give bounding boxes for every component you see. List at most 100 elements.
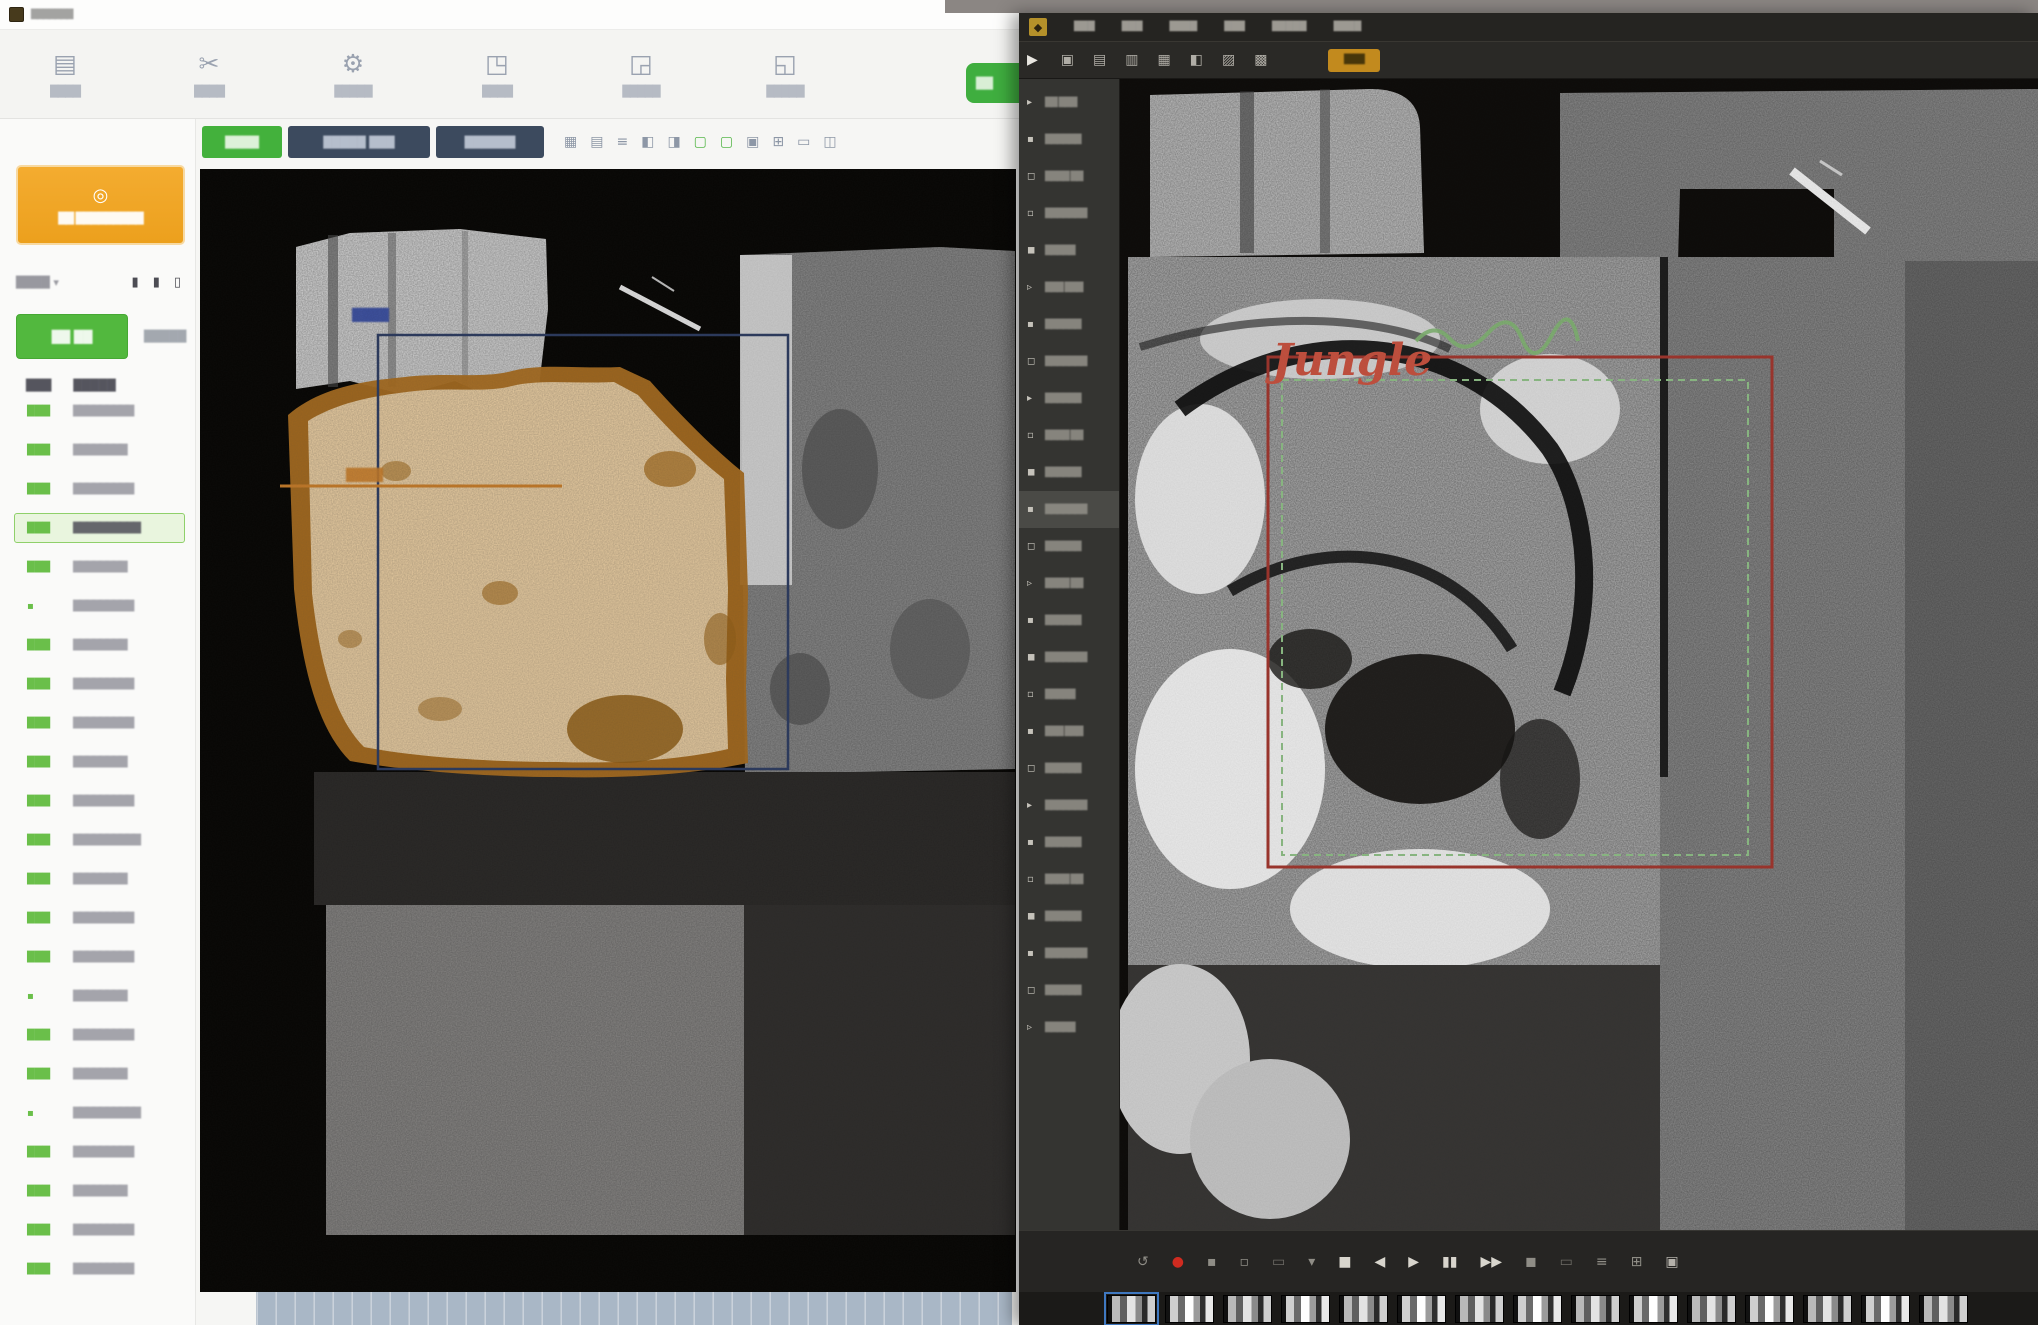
layer-list-item[interactable]: ▪ ██████ (1019, 121, 1119, 158)
layer-list-item[interactable]: ◻ ████ ██ (1019, 158, 1119, 195)
transport-control-icon[interactable]: ▫ (1239, 1255, 1249, 1269)
menu-item[interactable]: ███ (1074, 22, 1095, 32)
transport-control-icon[interactable]: ▪ (1207, 1255, 1217, 1269)
layer-list-item[interactable]: ▸ ██████ (1019, 380, 1119, 417)
annotation-list-item[interactable]: ▪ ████████ (14, 981, 185, 1011)
primary-action-button[interactable]: ◎ ██ █████████ (16, 165, 185, 245)
view-option-icon[interactable]: ◨ (667, 134, 680, 150)
layer-list-item[interactable]: ◼ █████ (1019, 232, 1119, 269)
layer-list-item[interactable]: ▪ ███ ███ (1019, 713, 1119, 750)
annotation-list-item[interactable]: ███ █████████ (14, 1137, 185, 1167)
layer-list-item[interactable]: ▹ █████ (1019, 1009, 1119, 1046)
dark-toolbar-icon[interactable]: ▤ (1093, 52, 1106, 68)
annotation-list-item[interactable]: ███ █████████ (14, 903, 185, 933)
transport-control-icon[interactable]: ▮▮ (1442, 1255, 1457, 1269)
mode-button-2[interactable]: ██████ (436, 126, 544, 158)
layer-list-item[interactable]: ▫ ███████ (1019, 195, 1119, 232)
annotation-list-item[interactable]: ███ █████████ (14, 708, 185, 738)
annotation-list-item[interactable]: ███ ██████████ (14, 513, 185, 543)
right-image-canvas[interactable]: Jungle (1120, 79, 2038, 1230)
menu-item[interactable]: ███ (1224, 22, 1245, 32)
toolbar-tool-button[interactable]: ⚙ █████ (310, 51, 396, 98)
menu-item[interactable]: █████ (1272, 22, 1307, 32)
frame-thumbnail[interactable] (1687, 1295, 1736, 1323)
layer-list-item[interactable]: ▫ █████ (1019, 676, 1119, 713)
frame-thumbnail[interactable] (1339, 1295, 1388, 1323)
layer-list-item[interactable]: ◻ ██████ (1019, 972, 1119, 1009)
right-window-titlebar[interactable] (945, 0, 2038, 13)
sidebar-action-icon[interactable]: ▯ (174, 275, 181, 290)
view-option-icon[interactable]: ▤ (590, 134, 603, 150)
view-option-icon[interactable]: ▭ (797, 134, 810, 150)
layer-list-item[interactable]: ▸ ███████ (1019, 787, 1119, 824)
mode-button-1[interactable]: █████ ███ (288, 126, 430, 158)
layer-list-item[interactable]: ◻ ██████ (1019, 750, 1119, 787)
layer-list-item[interactable]: ▪ ██████ (1019, 824, 1119, 861)
dark-toolbar-icon[interactable]: ▦ (1157, 52, 1170, 68)
layer-list-item[interactable]: ◼ ██████ (1019, 898, 1119, 935)
sidebar-action-icon[interactable]: ▮ (132, 275, 139, 290)
frame-thumbnail[interactable] (1803, 1295, 1852, 1323)
view-option-icon[interactable]: ⊞ (772, 134, 784, 150)
menu-item[interactable]: ███ (1122, 22, 1143, 32)
frame-thumbnail[interactable] (1861, 1295, 1910, 1323)
annotation-list-item[interactable]: ███ ████████ (14, 1176, 185, 1206)
menu-item[interactable]: ████ (1334, 22, 1362, 32)
layer-list-item[interactable]: ▪ ███████ (1019, 491, 1119, 528)
transport-control-icon[interactable]: ▶▶ (1480, 1255, 1502, 1269)
sidebar-action-icon[interactable]: ▮ (153, 275, 160, 290)
frame-thumbnail[interactable] (1281, 1295, 1330, 1323)
new-item-button[interactable]: ██ ██ (16, 314, 128, 359)
toolbar-tool-button[interactable]: ◱ █████ (742, 51, 828, 98)
frame-thumbnail[interactable] (1513, 1295, 1562, 1323)
layer-list-item[interactable]: ▸ ██ ███ (1019, 84, 1119, 121)
annotation-list-item[interactable]: ███ ████████ (14, 1059, 185, 1089)
annotation-list-item[interactable]: ███ █████████ (14, 669, 185, 699)
annotation-list-item[interactable]: ███ ████████ (14, 552, 185, 582)
annotation-list-item[interactable]: ███ █████████ (14, 786, 185, 816)
annotation-list-item[interactable]: ███ █████████ (14, 474, 185, 504)
frame-thumbnail[interactable] (1397, 1295, 1446, 1323)
annotation-list-item[interactable]: ███ ████████ (14, 747, 185, 777)
annotation-list-item[interactable]: ███ ████████ (14, 864, 185, 894)
dark-toolbar-icon[interactable]: ▨ (1222, 52, 1235, 68)
transport-control-icon[interactable]: ▭ (1272, 1255, 1285, 1269)
annotation-list-item[interactable]: ███ ██████████ (14, 825, 185, 855)
frame-thumbnail[interactable] (1571, 1295, 1620, 1323)
transport-control-icon[interactable]: ◀ (1374, 1255, 1385, 1269)
dark-toolbar-icon[interactable]: ▥ (1125, 52, 1138, 68)
annotation-list-item[interactable]: ███ ████████ (14, 435, 185, 465)
dark-toolbar-icon[interactable]: ▩ (1254, 52, 1267, 68)
layer-list-item[interactable]: ▹ ███ ███ (1019, 269, 1119, 306)
transport-control-icon[interactable]: ↺ (1137, 1255, 1149, 1269)
annotation-list-item[interactable]: ▪ █████████ (14, 591, 185, 621)
frame-thumbnail[interactable] (1455, 1295, 1504, 1323)
view-option-icon[interactable]: ≡ (616, 134, 628, 150)
annotation-list-item[interactable]: ███ █████████ (14, 1254, 185, 1284)
annotation-list-item[interactable]: ███ █████████ (14, 1020, 185, 1050)
frame-thumbnail[interactable] (1919, 1295, 1968, 1323)
toolbar-tool-button[interactable]: ◳ ████ (454, 51, 540, 98)
filter-dropdown[interactable]: ████ ▾ (16, 276, 59, 289)
dark-toolbar-icon[interactable]: ◧ (1190, 52, 1203, 68)
layer-list-item[interactable]: ◻ ██████ (1019, 528, 1119, 565)
layer-list-item[interactable]: ▪ ██████ (1019, 602, 1119, 639)
transport-control-icon[interactable]: ≡ (1596, 1255, 1608, 1269)
layer-list-item[interactable]: ▫ ████ ██ (1019, 417, 1119, 454)
annotation-list-item[interactable]: ▪ ██████████ (14, 1098, 185, 1128)
transport-control-icon[interactable]: ● (1172, 1255, 1184, 1269)
layer-list-item[interactable]: ◼ ██████ (1019, 454, 1119, 491)
view-option-icon[interactable]: ▢ (720, 134, 733, 150)
frame-thumbnail[interactable] (1223, 1295, 1272, 1323)
annotation-list-item[interactable]: ███ ████████ (14, 630, 185, 660)
view-option-icon[interactable]: ▦ (564, 134, 577, 150)
view-option-icon[interactable]: ▢ (694, 134, 707, 150)
list-header-col2[interactable]: █████ (73, 379, 115, 392)
transport-control-icon[interactable]: ■ (1338, 1255, 1351, 1269)
layer-list-item[interactable]: ▪ ██████ (1019, 306, 1119, 343)
transport-control-icon[interactable]: ⊞ (1631, 1255, 1643, 1269)
layer-list-item[interactable]: ▫ ████ ██ (1019, 861, 1119, 898)
menu-item[interactable]: ████ (1170, 22, 1198, 32)
layer-list-item[interactable]: ◼ ███████ (1019, 639, 1119, 676)
annotation-list-item[interactable]: ███ █████████ (14, 396, 185, 426)
